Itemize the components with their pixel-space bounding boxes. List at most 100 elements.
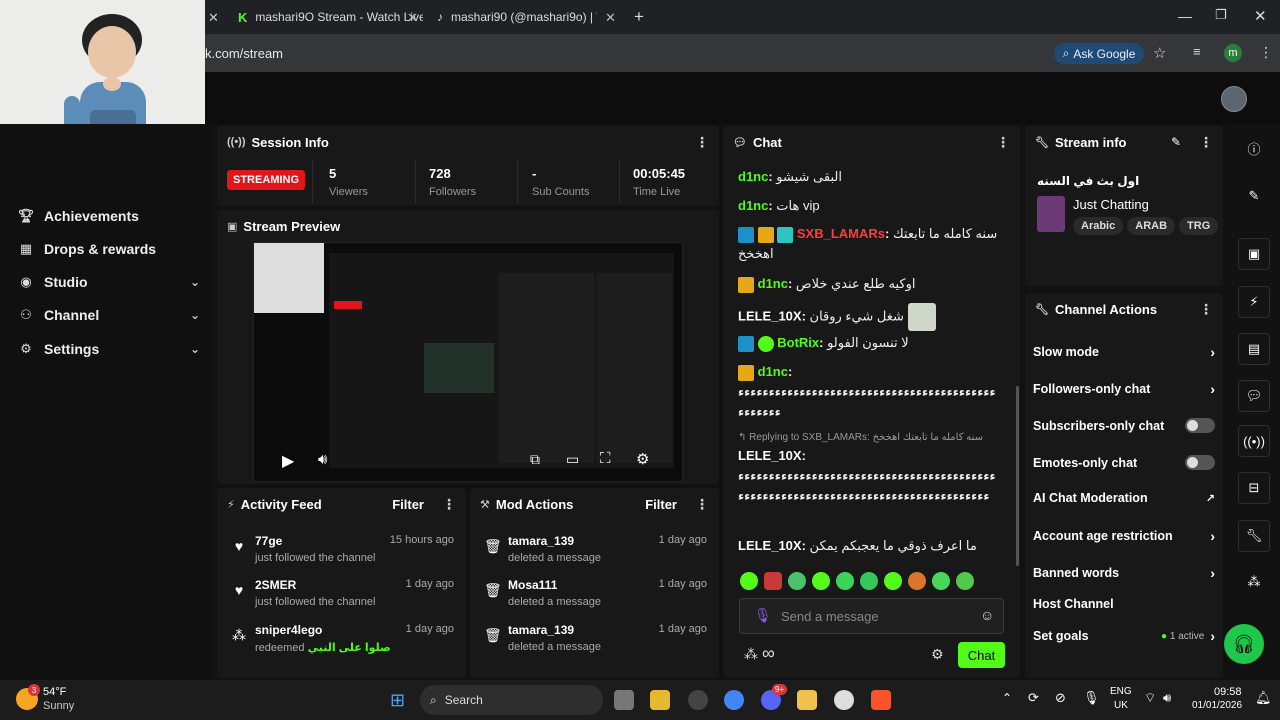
app-icon[interactable] — [688, 690, 708, 710]
wrench-icon[interactable]: 🔧︎ — [1238, 520, 1270, 552]
maximize-button[interactable]: ❐ — [1215, 7, 1227, 23]
user-name[interactable]: tamara_139 — [508, 534, 574, 548]
lightning-icon[interactable]: ⚡︎ — [1238, 286, 1270, 318]
broadcast-icon[interactable]: ((•)) — [1238, 425, 1270, 457]
profile-avatar[interactable]: m — [1224, 44, 1242, 62]
gear-icon[interactable]: ⚙ — [636, 450, 649, 468]
more-options-icon[interactable]: ⋮ — [695, 496, 709, 513]
subscribers-only-toggle[interactable] — [1185, 418, 1215, 433]
taskbar-search[interactable]: ⌕ Search — [420, 685, 603, 715]
ai-chat-moderation-action[interactable]: AI Chat Moderation ↗ — [1033, 491, 1215, 505]
play-icon[interactable]: ▶ — [282, 451, 294, 471]
brave-icon[interactable] — [871, 690, 891, 710]
network-off-icon[interactable]: ⊘ — [1055, 690, 1066, 706]
pip-icon[interactable]: ⧉ — [530, 451, 540, 468]
emote-icon[interactable] — [860, 572, 878, 590]
close-tab-icon[interactable]: ✕ — [605, 10, 616, 26]
chevron-up-icon[interactable]: ⌃ — [1002, 691, 1012, 705]
browser-menu-icon[interactable]: ⋮ — [1259, 44, 1273, 61]
file-explorer-icon[interactable] — [650, 690, 670, 710]
user-name[interactable]: Mosa111 — [508, 578, 557, 592]
edit-pencil-icon[interactable]: ✎ — [1238, 180, 1270, 212]
banned-words-action[interactable]: Banned words › — [1033, 565, 1215, 581]
chrome-icon[interactable] — [724, 690, 744, 710]
edit-pencil-icon[interactable]: ✎ — [1171, 135, 1181, 149]
app-icon[interactable] — [797, 690, 817, 710]
emote-icon[interactable] — [740, 572, 758, 590]
sidebar-item-achievements[interactable]: 🏆︎ Achievements — [16, 208, 200, 224]
emotes-only-toggle[interactable] — [1185, 455, 1215, 470]
microphone-icon[interactable]: 🎙︎ — [1083, 690, 1100, 706]
chat-username[interactable]: d1nc — [738, 198, 768, 213]
more-options-icon[interactable]: ⋮ — [996, 134, 1010, 151]
chat-username[interactable]: BotRix — [777, 335, 819, 350]
chat-scrollbar[interactable] — [1016, 386, 1019, 566]
microphone-icon[interactable]: 🎙︎ — [754, 607, 772, 624]
more-options-icon[interactable]: ⋮ — [1199, 134, 1213, 151]
wifi-icon[interactable]: ⌔ — [1144, 690, 1156, 706]
chat-username[interactable]: LELE_10X — [738, 538, 802, 553]
clock-time[interactable]: 09:58 — [1214, 686, 1242, 698]
minimize-button[interactable]: — — [1178, 8, 1192, 24]
send-chat-button[interactable]: Chat — [958, 642, 1005, 668]
more-options-icon[interactable]: ⋮ — [695, 134, 709, 151]
emote-icon[interactable] — [764, 572, 782, 590]
user-name[interactable]: 77ge — [255, 534, 282, 548]
emote-icon[interactable] — [956, 572, 974, 590]
chat-settings-gear-icon[interactable]: ⚙ — [931, 646, 944, 663]
user-name[interactable]: tamara_139 — [508, 623, 574, 637]
url-text[interactable]: k.com/stream — [205, 46, 283, 61]
windows-start-icon[interactable]: ⊞ — [390, 690, 405, 711]
theater-icon[interactable]: ▭ — [566, 451, 579, 468]
chat-username[interactable]: d1nc — [738, 169, 768, 184]
document-icon[interactable]: ▤ — [1238, 333, 1270, 365]
notification-bell-icon[interactable]: 🔔︎ — [1255, 690, 1272, 706]
emoji-icon[interactable]: ☺ — [980, 607, 994, 623]
info-icon[interactable]: ⓘ — [1238, 132, 1270, 164]
new-tab-button[interactable]: + — [634, 7, 644, 27]
sidebar-item-settings[interactable]: ⚙ Settings ⌄ — [16, 341, 200, 357]
chat-username[interactable]: LELE_10X — [738, 308, 802, 323]
chat-username[interactable]: d1nc — [758, 364, 788, 379]
filter-button[interactable]: Filter — [645, 497, 677, 512]
account-age-action[interactable]: Account age restriction › — [1033, 528, 1215, 544]
tag[interactable]: Arabic — [1073, 217, 1124, 235]
sync-icon[interactable]: ⟳ — [1028, 690, 1039, 706]
emote-icon[interactable] — [908, 572, 926, 590]
filter-button[interactable]: Filter — [392, 497, 424, 512]
emote-icon[interactable] — [788, 572, 806, 590]
tag[interactable]: ARAB — [1127, 217, 1176, 235]
weather-temp[interactable]: 54°F — [43, 686, 66, 698]
reading-list-icon[interactable]: ≡ — [1193, 44, 1201, 59]
chat-bubble-icon[interactable]: 💬︎ — [1238, 380, 1270, 412]
volume-icon[interactable]: 🔊︎ — [318, 451, 327, 468]
user-name[interactable]: sniper4lego — [255, 623, 322, 637]
close-tab-icon[interactable]: ✕ — [208, 10, 219, 26]
more-options-icon[interactable]: ⋮ — [1199, 301, 1213, 318]
tab-tiktok[interactable]: ♪ mashari90 (@mashari9o) | TikTo — [437, 4, 597, 30]
chat-username[interactable]: d1nc — [758, 276, 788, 291]
language-label[interactable]: ENG — [1110, 686, 1132, 697]
points-icon[interactable]: ⁂ — [1238, 566, 1270, 598]
category-name[interactable]: Just Chatting — [1073, 197, 1149, 212]
chat-input-box[interactable]: 🎙︎ Send a message ☺ — [739, 598, 1004, 634]
tab-kick-stream[interactable]: K mashari9O Stream - Watch Live — [238, 4, 423, 30]
more-options-icon[interactable]: ⋮ — [442, 496, 456, 513]
emote-icon[interactable] — [812, 572, 830, 590]
chat-username[interactable]: SXB_LAMARs — [797, 226, 885, 241]
close-window-button[interactable]: ✕ — [1254, 7, 1267, 25]
obs-icon[interactable] — [834, 690, 854, 710]
slow-mode-action[interactable]: Slow mode › — [1033, 344, 1215, 360]
set-goals-action[interactable]: Set goals ● 1 active › — [1033, 628, 1215, 644]
emote-icon[interactable] — [932, 572, 950, 590]
sidebar-item-channel[interactable]: ⚇ Channel ⌄ — [16, 307, 200, 323]
user-avatar[interactable] — [1221, 86, 1247, 112]
close-tab-icon[interactable]: ✕ — [407, 10, 418, 26]
emote-icon[interactable] — [836, 572, 854, 590]
fullscreen-icon[interactable]: ⛶ — [600, 450, 611, 467]
host-channel-action[interactable]: Host Channel — [1033, 597, 1215, 611]
task-view-icon[interactable] — [614, 690, 634, 710]
camera-icon[interactable]: ▣ — [1238, 238, 1270, 270]
sidebar-item-drops[interactable]: ▦ Drops & rewards — [16, 241, 200, 257]
support-headset-button[interactable]: 🎧︎ — [1224, 624, 1264, 664]
